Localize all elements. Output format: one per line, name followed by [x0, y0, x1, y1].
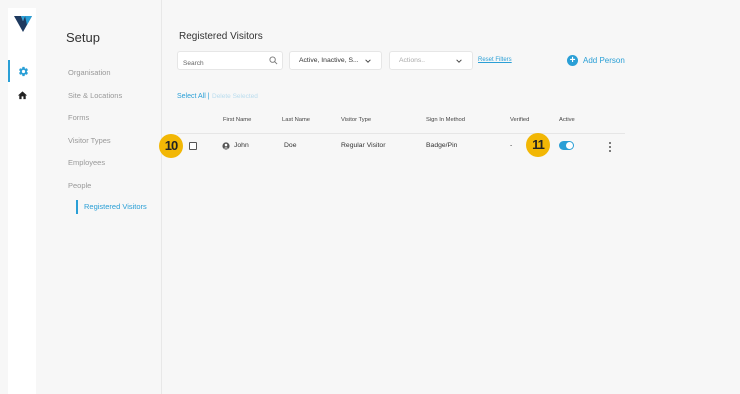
search-input[interactable] — [178, 55, 266, 72]
home-icon — [17, 90, 27, 99]
status-filter-dropdown[interactable]: Active, Inactive, S... — [289, 51, 382, 70]
delete-selected-button[interactable]: Delete Selected — [212, 93, 258, 100]
table-divider — [177, 133, 625, 134]
column-header-visitor-type[interactable]: Visitor Type — [341, 117, 371, 123]
actions-placeholder: Actions.. — [399, 57, 426, 64]
search-icon — [269, 56, 278, 65]
menu-item-visitor-types[interactable]: Visitor Types — [68, 136, 111, 145]
column-header-sign-in-method[interactable]: Sign In Method — [426, 117, 465, 123]
cell-sign-in-method: Badge/Pin — [426, 142, 458, 149]
settings-nav[interactable] — [8, 60, 36, 82]
menu-item-employees[interactable]: Employees — [68, 158, 105, 167]
column-header-last-name[interactable]: Last Name — [282, 117, 310, 123]
actions-dropdown[interactable]: Actions.. — [389, 51, 473, 70]
logo-icon — [14, 16, 32, 32]
home-nav[interactable] — [8, 84, 36, 106]
setup-sidebar: Setup Organisation Site & Locations Form… — [36, 0, 162, 394]
callout-badge-11: 11 — [526, 133, 550, 157]
menu-item-forms[interactable]: Forms — [68, 113, 89, 122]
column-header-verified[interactable]: Verified — [510, 117, 529, 123]
cell-verified: - — [510, 142, 513, 149]
menu-item-registered-visitors[interactable]: Registered Visitors — [76, 200, 147, 214]
menu-item-site-locations[interactable]: Site & Locations — [68, 91, 122, 100]
gear-icon — [18, 66, 28, 76]
main-content: Registered Visitors Active, Inactive, S.… — [159, 0, 740, 394]
chevron-down-icon — [456, 59, 462, 63]
status-filter-value: Active, Inactive, S... — [299, 57, 359, 64]
icon-rail — [8, 8, 36, 394]
active-toggle[interactable] — [559, 141, 574, 150]
plus-icon: + — [567, 55, 578, 66]
add-person-button[interactable]: + Add Person — [567, 55, 625, 66]
page-title: Registered Visitors — [179, 31, 263, 42]
select-all-link[interactable]: Select All | — [177, 93, 210, 100]
search-box — [177, 51, 283, 72]
column-header-first-name[interactable]: First Name — [223, 117, 251, 123]
callout-badge-10: 10 — [159, 134, 183, 158]
column-header-active[interactable]: Active — [559, 117, 575, 123]
menu-item-organisation[interactable]: Organisation — [68, 68, 111, 77]
add-person-label: Add Person — [583, 56, 625, 65]
chevron-down-icon — [365, 59, 371, 63]
row-checkbox[interactable] — [189, 142, 197, 150]
reset-filters-link[interactable]: Reset Filters — [478, 57, 512, 63]
toggle-knob — [566, 142, 573, 149]
menu-item-people[interactable]: People — [68, 181, 91, 190]
cell-last-name: Doe — [284, 142, 297, 149]
user-avatar-icon — [222, 142, 230, 150]
cell-visitor-type: Regular Visitor — [341, 142, 386, 149]
cell-first-name[interactable]: John — [234, 142, 249, 149]
setup-title: Setup — [66, 30, 100, 45]
kebab-menu-icon[interactable] — [608, 142, 612, 152]
